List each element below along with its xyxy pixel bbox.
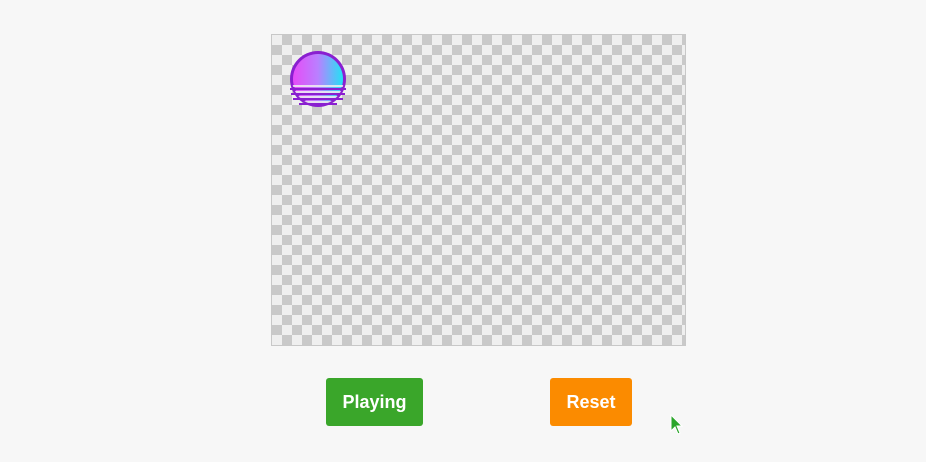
synthwave-sun-icon: [290, 51, 346, 107]
mouse-pointer-icon: [670, 414, 684, 435]
reset-button[interactable]: Reset: [550, 378, 632, 426]
play-button[interactable]: Playing: [326, 378, 423, 426]
animation-canvas: [271, 34, 686, 346]
